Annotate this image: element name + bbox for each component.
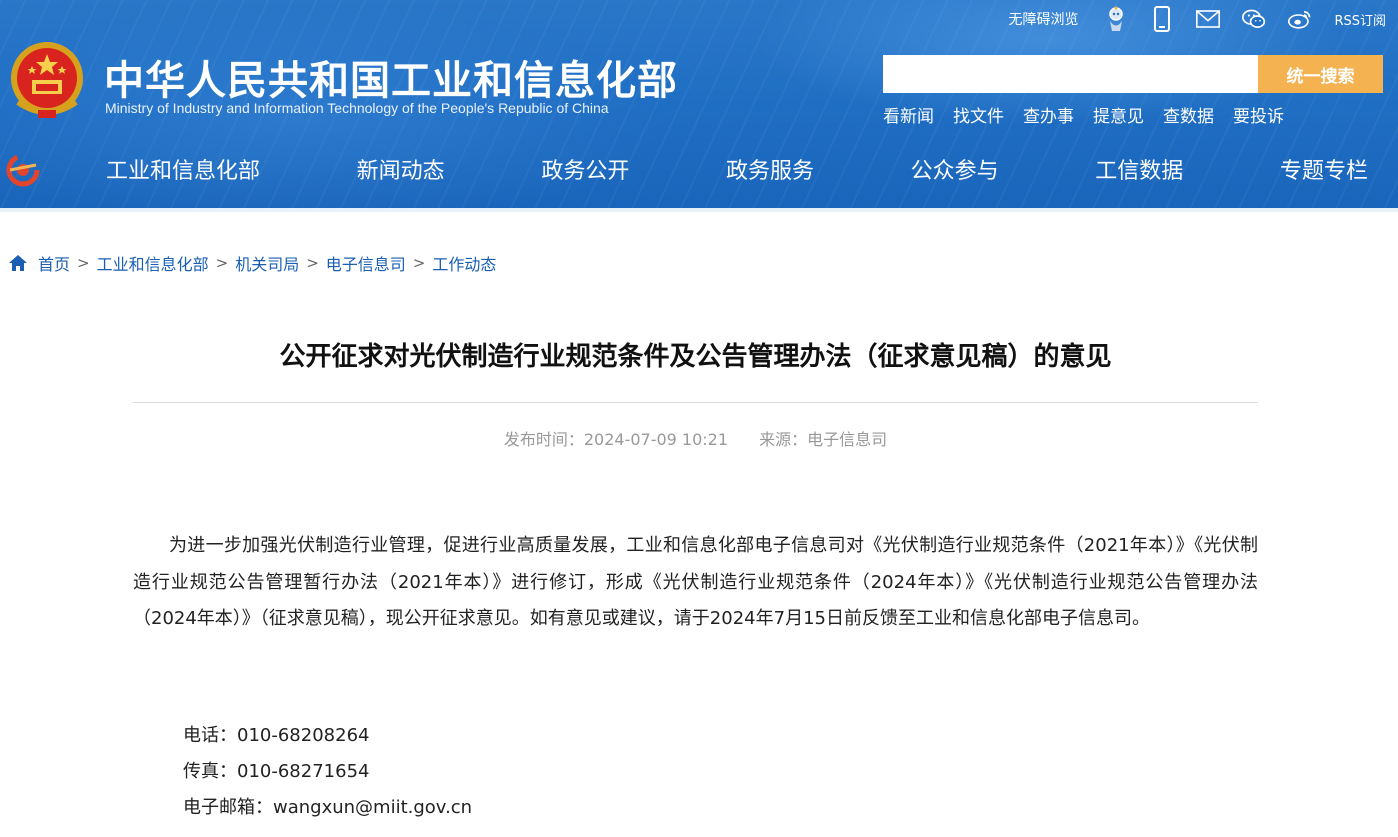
nav-item-participation[interactable]: 公众参与 (897, 150, 1013, 194)
quick-link-complaint[interactable]: 要投诉 (1233, 102, 1284, 127)
source-value: 电子信息司 (807, 430, 888, 449)
nav-item-ministry[interactable]: 工业和信息化部 (92, 150, 274, 194)
quick-link-news[interactable]: 看新闻 (883, 102, 934, 127)
source-label: 来源： (759, 430, 808, 449)
nav-item-data[interactable]: 工信数据 (1081, 150, 1197, 194)
breadcrumb-separator: > (77, 254, 90, 272)
contact-phone-label: 电话： (183, 725, 237, 746)
breadcrumb-home[interactable]: 首页 (38, 251, 70, 275)
rss-link[interactable]: RSS订阅 (1334, 10, 1386, 29)
quick-link-documents[interactable]: 找文件 (953, 102, 1004, 127)
contact-email: 电子邮箱：wangxun@miit.gov.cn (183, 793, 472, 819)
contact-phone: 电话：010-68208264 (183, 721, 369, 747)
wechat-icon[interactable] (1242, 7, 1266, 31)
breadcrumb-electronics-dept[interactable]: 电子信息司 (326, 251, 406, 275)
site-header: 无障碍浏览 RSS订阅 中华人民共和国工业和信息化部 Ministry of I… (0, 0, 1398, 212)
quick-link-data[interactable]: 查数据 (1163, 102, 1214, 127)
mail-icon[interactable] (1196, 7, 1221, 31)
robot-icon[interactable] (1104, 6, 1128, 31)
article-meta: 发布时间：2024-07-09 10:21 来源：电子信息司 (133, 426, 1258, 450)
header-divider (0, 208, 1398, 212)
source: 来源：电子信息司 (759, 430, 887, 449)
breadcrumb-separator: > (306, 254, 319, 272)
nav-item-news[interactable]: 新闻动态 (343, 150, 459, 194)
quick-link-services[interactable]: 查办事 (1023, 102, 1074, 127)
article-title: 公开征求对光伏制造行业规范条件及公告管理办法（征求意见稿）的意见 (279, 342, 1112, 372)
publish-value: 2024-07-09 10:21 (583, 430, 729, 449)
contact-phone-value: 010-68208264 (237, 725, 370, 746)
nav-item-topics[interactable]: 专题专栏 (1266, 150, 1382, 194)
contact-email-value[interactable]: wangxun@miit.gov.cn (273, 797, 472, 818)
breadcrumb-ministry[interactable]: 工业和信息化部 (97, 251, 209, 275)
miit-logo-icon[interactable] (6, 153, 42, 187)
publish-time: 发布时间：2024-07-09 10:21 (504, 430, 728, 449)
contact-fax-value: 010-68271654 (237, 761, 370, 782)
search-button[interactable]: 统一搜索 (1258, 55, 1383, 93)
breadcrumb: 首页 > 工业和信息化部 > 机关司局 > 电子信息司 > 工作动态 (8, 250, 496, 276)
quick-links: 看新闻 找文件 查办事 提意见 查数据 要投诉 (883, 102, 1284, 127)
breadcrumb-work-updates[interactable]: 工作动态 (432, 251, 496, 275)
mobile-icon[interactable] (1150, 6, 1174, 32)
main-nav: 工业和信息化部 新闻动态 政务公开 政务服务 公众参与 工信数据 专题专栏 (92, 150, 1382, 194)
breadcrumb-separator: > (412, 254, 426, 272)
national-emblem-icon[interactable] (8, 40, 86, 122)
utility-bar: 无障碍浏览 RSS订阅 (1008, 6, 1386, 32)
breadcrumb-separator: > (215, 254, 229, 272)
publish-label: 发布时间： (503, 430, 584, 449)
nav-item-services[interactable]: 政务服务 (712, 150, 828, 194)
contact-fax-label: 传真： (183, 761, 237, 782)
nav-item-government-affairs[interactable]: 政务公开 (527, 150, 643, 194)
quick-link-feedback[interactable]: 提意见 (1093, 102, 1144, 127)
breadcrumb-departments[interactable]: 机关司局 (235, 251, 299, 275)
contact-fax: 传真：010-68271654 (183, 757, 369, 783)
site-title-cn[interactable]: 中华人民共和国工业和信息化部 (104, 48, 678, 106)
site-title-en: Ministry of Industry and Information Tec… (105, 100, 609, 116)
home-icon[interactable] (8, 253, 28, 273)
accessibility-link[interactable]: 无障碍浏览 (1008, 9, 1078, 29)
article-body: 为进一步加强光伏制造行业管理，促进行业高质量发展，工业和信息化部电子信息司对《光… (133, 535, 1258, 629)
search-input[interactable] (883, 55, 1258, 93)
title-divider (133, 402, 1258, 403)
weibo-icon[interactable] (1288, 7, 1312, 31)
contact-email-label: 电子邮箱： (183, 797, 273, 818)
